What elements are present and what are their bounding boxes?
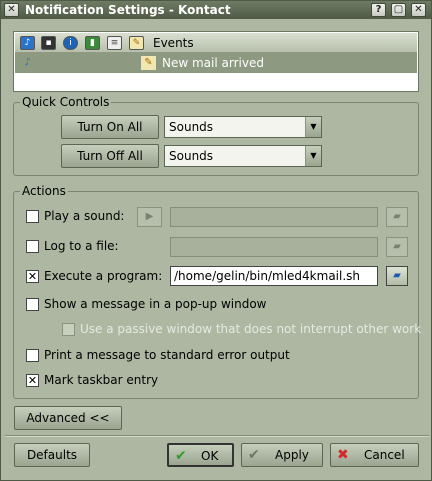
sound-file-field[interactable]	[170, 207, 378, 227]
execute-program-checkbox[interactable]: ✕	[26, 270, 39, 283]
stderr-label: Print a message to standard error output	[44, 348, 290, 362]
cancel-label: Cancel	[364, 448, 405, 462]
play-icon[interactable]: ▶	[137, 207, 162, 227]
window-menu-icon[interactable]: ✕	[4, 3, 19, 17]
title-bar[interactable]: ✕ Notification Settings - Kontact ? ▢ ✕	[1, 1, 431, 19]
play-sound-label: Play a sound:	[44, 209, 125, 223]
event-icon: ✎	[141, 56, 156, 70]
notification-settings-window: ✕ Notification Settings - Kontact ? ▢ ✕ …	[0, 0, 432, 481]
folder-open-icon[interactable]: ▰	[386, 266, 408, 286]
events-list-header: ♪ ▪ i ▮ ≡ ✎ Events	[15, 33, 417, 53]
quick-controls-title: Quick Controls	[20, 95, 112, 109]
folder-open-icon[interactable]: ▰	[386, 207, 408, 227]
events-header-label: Events	[153, 36, 194, 50]
apply-button[interactable]: ✔ Apply	[241, 443, 323, 467]
defaults-button[interactable]: Defaults	[14, 443, 90, 467]
turn-on-all-button[interactable]: Turn On All	[61, 115, 159, 139]
turn-off-combo-value: Sounds	[169, 149, 214, 163]
event-row-label: New mail arrived	[162, 56, 264, 70]
event-row-new-mail[interactable]: ♪ ✎ New mail arrived	[15, 53, 417, 73]
apply-label: Apply	[275, 448, 309, 462]
cancel-icon: ✖	[337, 447, 349, 463]
taskbar-label: Mark taskbar entry	[44, 373, 159, 387]
turn-off-all-button[interactable]: Turn Off All	[61, 144, 159, 168]
taskbar-icon[interactable]: ▮	[85, 36, 100, 50]
turn-off-combo[interactable]: Sounds ▼	[164, 145, 322, 167]
play-sound-checkbox[interactable]	[26, 210, 39, 223]
chevron-down-icon[interactable]: ▼	[305, 117, 321, 137]
log-file-label: Log to a file:	[44, 239, 119, 253]
popup-checkbox[interactable]	[26, 298, 39, 311]
help-button[interactable]: ?	[371, 3, 386, 17]
taskbar-checkbox[interactable]: ✕	[26, 374, 39, 387]
folder-open-icon[interactable]: ▰	[386, 237, 408, 257]
turn-on-combo-value: Sounds	[169, 120, 214, 134]
checkmark-icon: ✔	[248, 447, 260, 463]
cancel-button[interactable]: ✖ Cancel	[330, 443, 419, 467]
maximize-button[interactable]: ▢	[391, 3, 406, 17]
passive-window-checkbox[interactable]	[62, 323, 75, 336]
ok-button[interactable]: ✔ OK	[167, 443, 234, 467]
events-list[interactable]: ♪ ▪ i ▮ ≡ ✎ Events ♪ ✎ New mail arrived	[13, 31, 419, 92]
ok-label: OK	[201, 449, 219, 463]
popup-label: Show a message in a pop-up window	[44, 297, 267, 311]
log-icon[interactable]: ≡	[107, 36, 122, 50]
close-button[interactable]: ✕	[411, 3, 426, 17]
footer-separator	[5, 435, 429, 437]
passive-window-label: Use a passive window that does not inter…	[80, 322, 422, 336]
actions-title: Actions	[20, 184, 68, 198]
program-path-field[interactable]: /home/gelin/bin/mled4kmail.sh	[170, 266, 378, 286]
checkmark-icon: ✔	[175, 448, 187, 464]
sound-icon: ♪	[24, 57, 31, 68]
terminal-icon[interactable]: ▪	[41, 36, 56, 50]
chevron-down-icon[interactable]: ▼	[305, 146, 321, 166]
info-icon[interactable]: i	[63, 36, 78, 50]
turn-on-combo[interactable]: Sounds ▼	[164, 116, 322, 138]
log-file-field[interactable]	[170, 237, 378, 257]
event-icon[interactable]: ✎	[129, 36, 144, 50]
window-title: Notification Settings - Kontact	[25, 3, 231, 17]
sound-icon[interactable]: ♪	[20, 36, 35, 50]
log-file-checkbox[interactable]	[26, 240, 39, 253]
execute-program-label: Execute a program:	[44, 269, 163, 283]
advanced-button[interactable]: Advanced <<	[14, 406, 122, 430]
stderr-checkbox[interactable]	[26, 349, 39, 362]
